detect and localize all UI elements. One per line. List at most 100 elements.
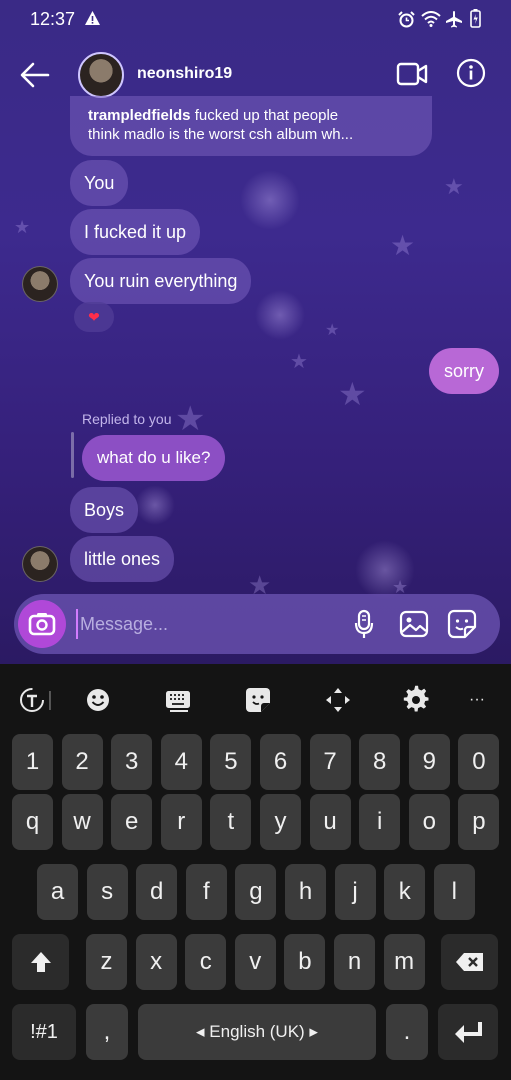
number-key[interactable]: 7 [309, 734, 351, 790]
letter-key[interactable]: m [383, 934, 425, 990]
avatar[interactable] [22, 546, 58, 582]
letter-key[interactable]: h [285, 864, 326, 920]
more-options-icon[interactable]: ··· [461, 684, 493, 716]
backspace-key[interactable] [441, 934, 498, 990]
sparkle-decoration [135, 485, 175, 525]
star-decoration: ★ [325, 322, 340, 339]
wifi-icon [421, 11, 441, 27]
letter-key[interactable]: s [86, 864, 128, 920]
letter-key[interactable]: z [86, 934, 127, 990]
keyboard: | ··· 1234567890 qwertyuiop asdfghjkl zx… [0, 664, 511, 1080]
airplane-icon [446, 11, 462, 28]
sparkle-decoration [255, 290, 305, 340]
sent-message-bubble[interactable]: sorry [429, 348, 499, 394]
avatar[interactable] [22, 266, 58, 302]
letter-key[interactable]: w [61, 794, 103, 850]
letter-key[interactable]: a [37, 864, 78, 920]
alarm-icon [398, 11, 415, 28]
info-icon[interactable] [456, 58, 486, 88]
space-key[interactable]: ◂ English (UK) ▸ [138, 1004, 376, 1060]
replied-label: Replied to you [82, 411, 172, 427]
letter-key[interactable]: r [160, 794, 202, 850]
sticker-icon[interactable] [446, 608, 478, 640]
cursor-move-icon[interactable] [322, 684, 354, 716]
enter-key[interactable] [438, 1004, 498, 1060]
letter-key[interactable]: x [135, 934, 177, 990]
star-decoration: ★ [390, 230, 416, 261]
settings-gear-icon[interactable] [400, 684, 432, 716]
letter-key[interactable]: n [334, 934, 375, 990]
letter-key[interactable]: v [234, 934, 276, 990]
letter-key[interactable]: e [111, 794, 153, 850]
star-decoration: ★ [290, 351, 308, 373]
message-composer [14, 594, 500, 654]
microphone-icon[interactable] [348, 608, 380, 640]
sparkle-decoration [240, 170, 300, 230]
letter-key[interactable]: p [458, 794, 500, 850]
message-bubble[interactable]: You [70, 160, 129, 206]
letter-key[interactable]: g [235, 864, 277, 920]
letter-key[interactable]: q [12, 794, 53, 850]
quoted-text: think madlo is the worst csh album wh... [88, 126, 354, 143]
number-key[interactable]: 6 [260, 734, 301, 790]
star-decoration: ★ [338, 376, 367, 412]
letter-key[interactable]: l [433, 864, 475, 920]
letter-key[interactable]: b [284, 934, 326, 990]
video-call-icon[interactable] [396, 60, 428, 88]
symbols-key[interactable]: !#1 [12, 1004, 76, 1060]
letter-key[interactable]: f [185, 864, 227, 920]
message-bubble[interactable]: little ones [70, 536, 175, 582]
number-key[interactable]: 5 [210, 734, 252, 790]
number-key[interactable]: 2 [61, 734, 103, 790]
keyboard-toolbar: | ··· [0, 664, 511, 734]
letter-key[interactable]: j [334, 864, 376, 920]
keyboard-icon[interactable] [162, 684, 194, 716]
number-key[interactable]: 1 [12, 734, 53, 790]
reply-indicator-line [71, 432, 74, 478]
letter-key[interactable]: i [359, 794, 401, 850]
quoted-sender: trampledfields [88, 107, 191, 124]
camera-icon [28, 613, 56, 636]
text-translate-icon[interactable] [16, 684, 48, 716]
number-key[interactable]: 4 [160, 734, 202, 790]
comma-key[interactable]: , [86, 1004, 128, 1060]
star-decoration: ★ [175, 400, 206, 438]
toolbar-divider: | [47, 689, 53, 711]
status-bar: 12:37 [0, 0, 511, 38]
message-bubble[interactable]: You ruin everything [70, 258, 252, 304]
letter-key[interactable]: c [185, 934, 227, 990]
letter-key[interactable]: d [136, 864, 178, 920]
heart-reaction[interactable]: ❤ [74, 302, 114, 332]
reply-message-bubble[interactable]: what do u like? [82, 435, 226, 481]
period-key[interactable]: . [386, 1004, 428, 1060]
letter-key[interactable]: o [408, 794, 450, 850]
sticker-icon[interactable] [242, 684, 274, 716]
shift-arrow-icon [30, 952, 51, 972]
quoted-text: fucked up that people [190, 107, 339, 124]
number-key[interactable]: 3 [111, 734, 153, 790]
letter-key[interactable]: y [260, 794, 301, 850]
message-input[interactable] [76, 609, 336, 639]
chat-username[interactable]: neonshiro19 [137, 65, 232, 83]
back-arrow-icon[interactable] [18, 58, 52, 92]
number-key[interactable]: 8 [359, 734, 401, 790]
enter-arrow-icon [455, 1022, 482, 1043]
camera-button[interactable] [18, 600, 66, 648]
star-decoration: ★ [444, 174, 464, 199]
letter-key[interactable]: t [210, 794, 252, 850]
shift-key[interactable] [12, 934, 69, 990]
battery-icon [470, 9, 481, 28]
letter-key[interactable]: k [384, 864, 426, 920]
message-bubble[interactable]: Boys [70, 487, 139, 533]
quoted-message-bubble[interactable]: trampledfields fucked up that people thi… [70, 96, 432, 156]
number-key[interactable]: 9 [408, 734, 450, 790]
status-time: 12:37 [30, 9, 76, 29]
letter-key[interactable]: u [309, 794, 351, 850]
gallery-icon[interactable] [398, 608, 430, 640]
number-key[interactable]: 0 [458, 734, 500, 790]
emoji-icon[interactable] [82, 684, 114, 716]
chat-screen: ★ ★ ★ ★ ★ ★ ★ ★ ★ 12:37 neonshiro19 tram… [0, 0, 511, 664]
avatar[interactable] [78, 52, 124, 98]
star-decoration: ★ [14, 217, 31, 237]
message-bubble[interactable]: I fucked it up [70, 209, 201, 255]
